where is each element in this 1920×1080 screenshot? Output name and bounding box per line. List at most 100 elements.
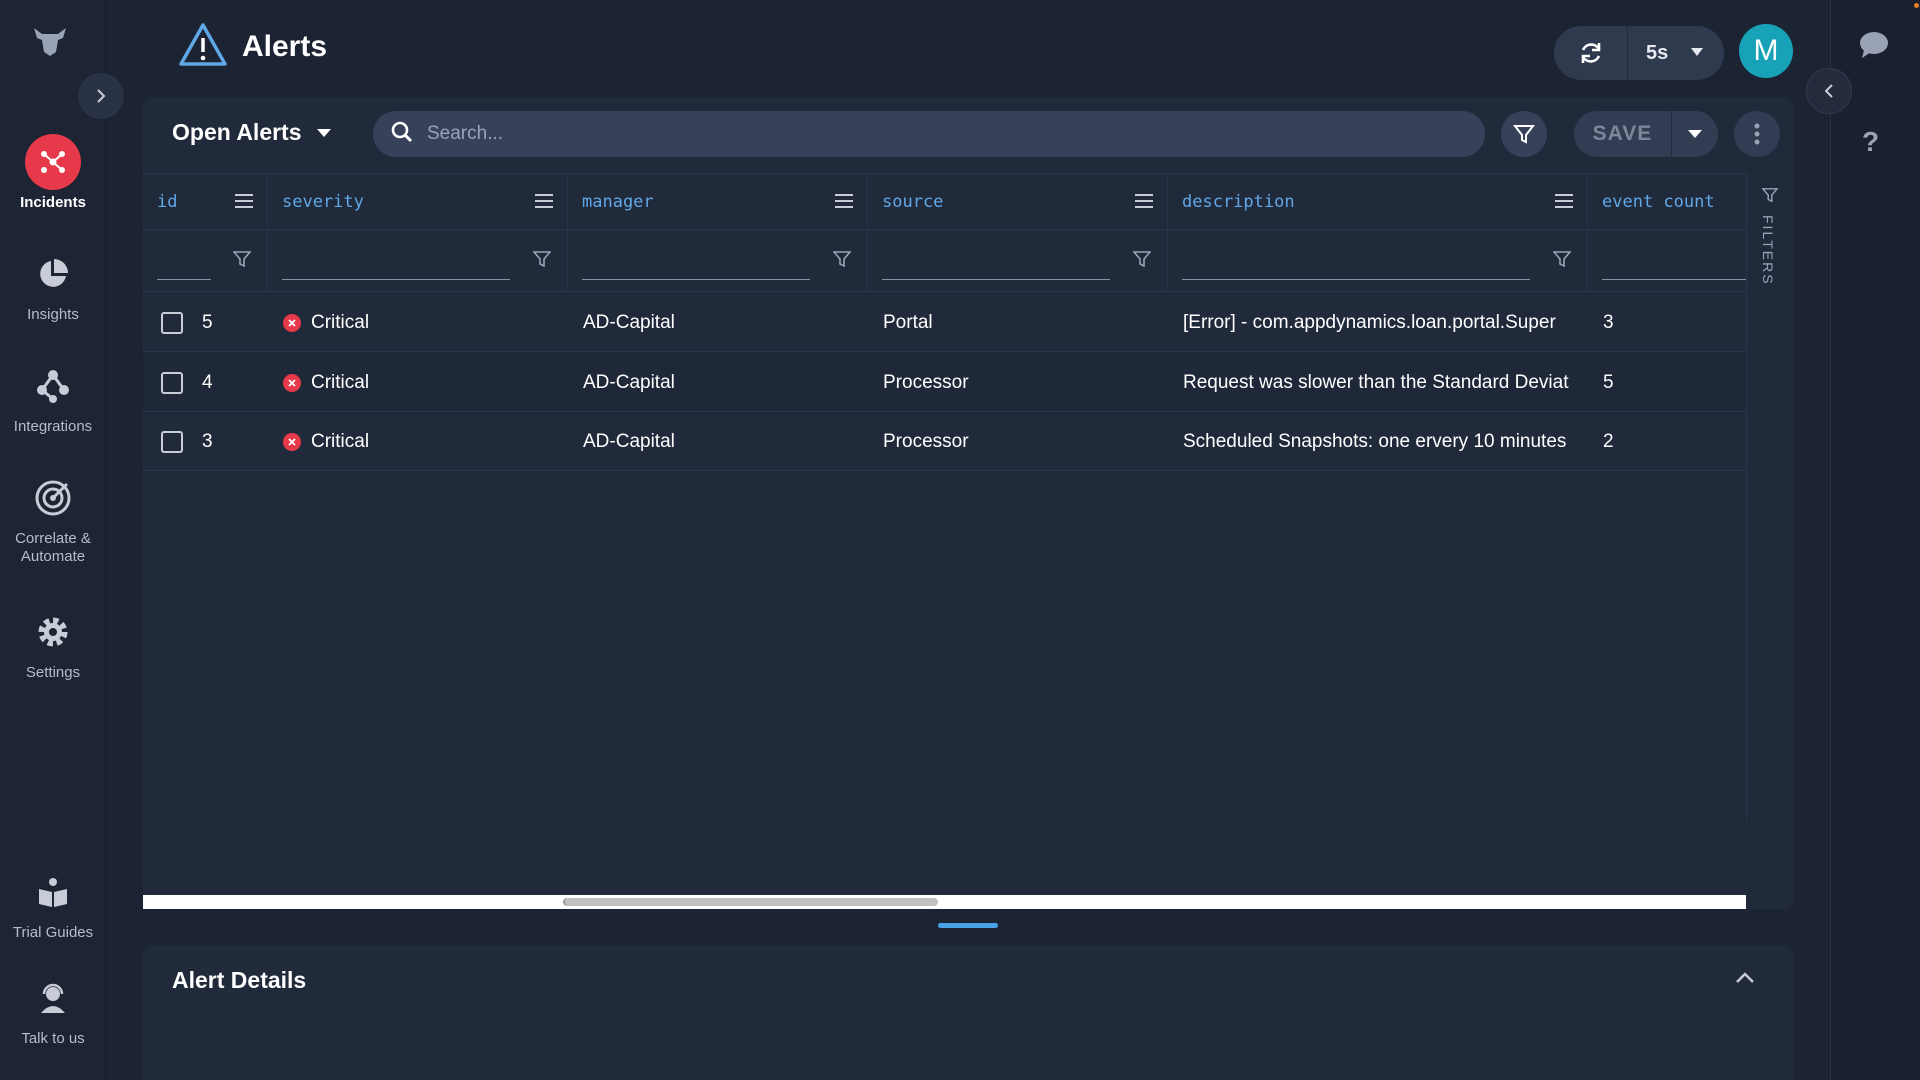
critical-x-icon <box>283 373 301 392</box>
refresh-button[interactable] <box>1554 26 1628 80</box>
nav-label: Trial Guides <box>12 924 94 941</box>
filter-cell-manager[interactable] <box>568 230 868 292</box>
table-row[interactable]: 4 Critical AD-Capital Processor Request … <box>143 353 1746 412</box>
book-icon <box>25 864 81 920</box>
column-menu-icon[interactable] <box>235 193 253 213</box>
column-menu-icon[interactable] <box>835 193 853 213</box>
toolbar: Open Alerts SAVE <box>143 97 1793 173</box>
cell-manager: AD-Capital <box>583 311 675 333</box>
filter-cell-source[interactable] <box>868 230 1168 292</box>
column-header-id[interactable]: id <box>143 174 268 230</box>
integrations-icon <box>25 358 81 414</box>
nav-item-integrations[interactable]: Integrations <box>0 358 106 435</box>
filter-button[interactable] <box>1501 111 1547 157</box>
filter-funnel-icon <box>1761 187 1779 208</box>
filter-cell-severity[interactable] <box>268 230 568 292</box>
target-icon <box>25 470 81 526</box>
cell-source: Processor <box>883 430 969 452</box>
chevron-right-icon <box>97 89 106 103</box>
row-checkbox[interactable] <box>161 311 183 334</box>
pie-chart-icon <box>25 246 81 302</box>
nav-label: Correlate & Automate <box>15 530 91 565</box>
nav-item-talk-to-us[interactable]: Talk to us <box>0 970 106 1047</box>
column-menu-icon[interactable] <box>535 193 553 213</box>
refresh-interval-value[interactable]: 5s <box>1646 42 1668 65</box>
filters-side-panel-toggle[interactable]: FILTERS <box>1746 173 1793 821</box>
filter-cell-id[interactable] <box>143 230 268 292</box>
support-agent-icon <box>25 970 81 1026</box>
more-options-button[interactable] <box>1734 111 1780 157</box>
chat-bubble-icon[interactable] <box>1858 30 1890 65</box>
nav-label: Settings <box>25 664 81 681</box>
cell-severity: Critical <box>283 353 369 412</box>
refresh-control: 5s <box>1554 26 1724 80</box>
view-selector-label: Open Alerts <box>172 119 302 145</box>
bull-logo-icon[interactable] <box>30 22 70 62</box>
column-header-manager[interactable]: manager <box>568 174 868 230</box>
notification-dot <box>1914 3 1919 8</box>
cell-source: Portal <box>883 311 933 333</box>
column-menu-icon[interactable] <box>1555 193 1573 213</box>
expand-sidebar-button[interactable] <box>78 73 124 119</box>
nav-label: Integrations <box>13 418 93 435</box>
warning-triangle-icon <box>178 22 228 73</box>
filter-funnel-icon <box>1513 125 1535 144</box>
cell-source: Processor <box>883 371 969 393</box>
row-checkbox[interactable] <box>161 430 183 453</box>
cell-manager: AD-Capital <box>583 430 675 452</box>
search-input[interactable] <box>427 123 1427 145</box>
table-row[interactable]: 5 Critical AD-Capital Portal [Error] - c… <box>143 293 1746 352</box>
filter-funnel-icon[interactable] <box>232 250 252 273</box>
alerts-panel: Open Alerts SAVE id <box>143 97 1793 909</box>
cell-event-count: 3 <box>1603 311 1614 333</box>
filter-cell-event-count[interactable] <box>1588 230 1746 292</box>
cell-description: Request was slower than the Standard Dev… <box>1183 371 1569 393</box>
caret-down-icon <box>316 128 331 137</box>
nav-item-settings[interactable]: Settings <box>0 604 106 681</box>
filter-funnel-icon[interactable] <box>1132 250 1152 273</box>
nav-label: Talk to us <box>21 1030 85 1047</box>
interval-dropdown-caret-icon[interactable] <box>1690 44 1704 62</box>
cell-event-count: 2 <box>1603 430 1614 452</box>
incidents-icon <box>25 134 81 190</box>
chevron-up-icon[interactable] <box>1735 971 1755 989</box>
alert-details-title: Alert Details <box>172 967 307 993</box>
filter-funnel-icon[interactable] <box>1552 250 1572 273</box>
column-header-severity[interactable]: severity <box>268 174 568 230</box>
cell-event-count: 5 <box>1603 371 1614 393</box>
filter-cell-description[interactable] <box>1168 230 1588 292</box>
user-avatar[interactable]: M <box>1739 24 1793 78</box>
row-checkbox[interactable] <box>161 371 183 394</box>
cell-severity: Critical <box>283 293 369 352</box>
save-button[interactable]: SAVE <box>1574 111 1672 157</box>
nav-item-trial-guides[interactable]: Trial Guides <box>0 864 106 941</box>
horizontal-scrollbar[interactable] <box>143 895 1746 909</box>
page-title: Alerts <box>242 30 328 63</box>
scrollbar-thumb[interactable] <box>563 898 938 906</box>
nav-item-correlate-automate[interactable]: Correlate & Automate <box>0 470 106 566</box>
kebab-menu-icon <box>1754 123 1760 145</box>
column-menu-icon[interactable] <box>1135 193 1153 213</box>
column-header-event-count[interactable]: event count <box>1588 174 1746 230</box>
filter-funnel-icon[interactable] <box>832 250 852 273</box>
cell-manager: AD-Capital <box>583 371 675 393</box>
save-dropdown-caret-icon[interactable] <box>1672 129 1718 139</box>
view-selector[interactable]: Open Alerts <box>172 119 332 146</box>
search-icon <box>391 121 413 148</box>
alert-details-panel: Alert Details <box>143 945 1793 1080</box>
left-navigation: Incidents Insights Integrations Correlat… <box>0 0 106 1080</box>
nav-item-insights[interactable]: Insights <box>0 246 106 323</box>
panel-resize-handle[interactable] <box>938 923 998 928</box>
cell-description: [Error] - com.appdynamics.loan.portal.Su… <box>1183 311 1556 333</box>
grid-header-row: id severity manager source description e… <box>143 174 1746 230</box>
help-question-icon[interactable]: ? <box>1862 126 1879 158</box>
critical-x-icon <box>283 313 301 332</box>
column-header-source[interactable]: source <box>868 174 1168 230</box>
table-row[interactable]: 3 Critical AD-Capital Processor Schedule… <box>143 412 1746 471</box>
nav-item-incidents[interactable]: Incidents <box>0 134 106 211</box>
column-header-description[interactable]: description <box>1168 174 1588 230</box>
collapse-right-panel-button[interactable] <box>1806 68 1852 114</box>
cell-severity: Critical <box>283 412 369 471</box>
cell-description: Scheduled Snapshots: one ervery 10 minut… <box>1183 430 1567 452</box>
filter-funnel-icon[interactable] <box>532 250 552 273</box>
